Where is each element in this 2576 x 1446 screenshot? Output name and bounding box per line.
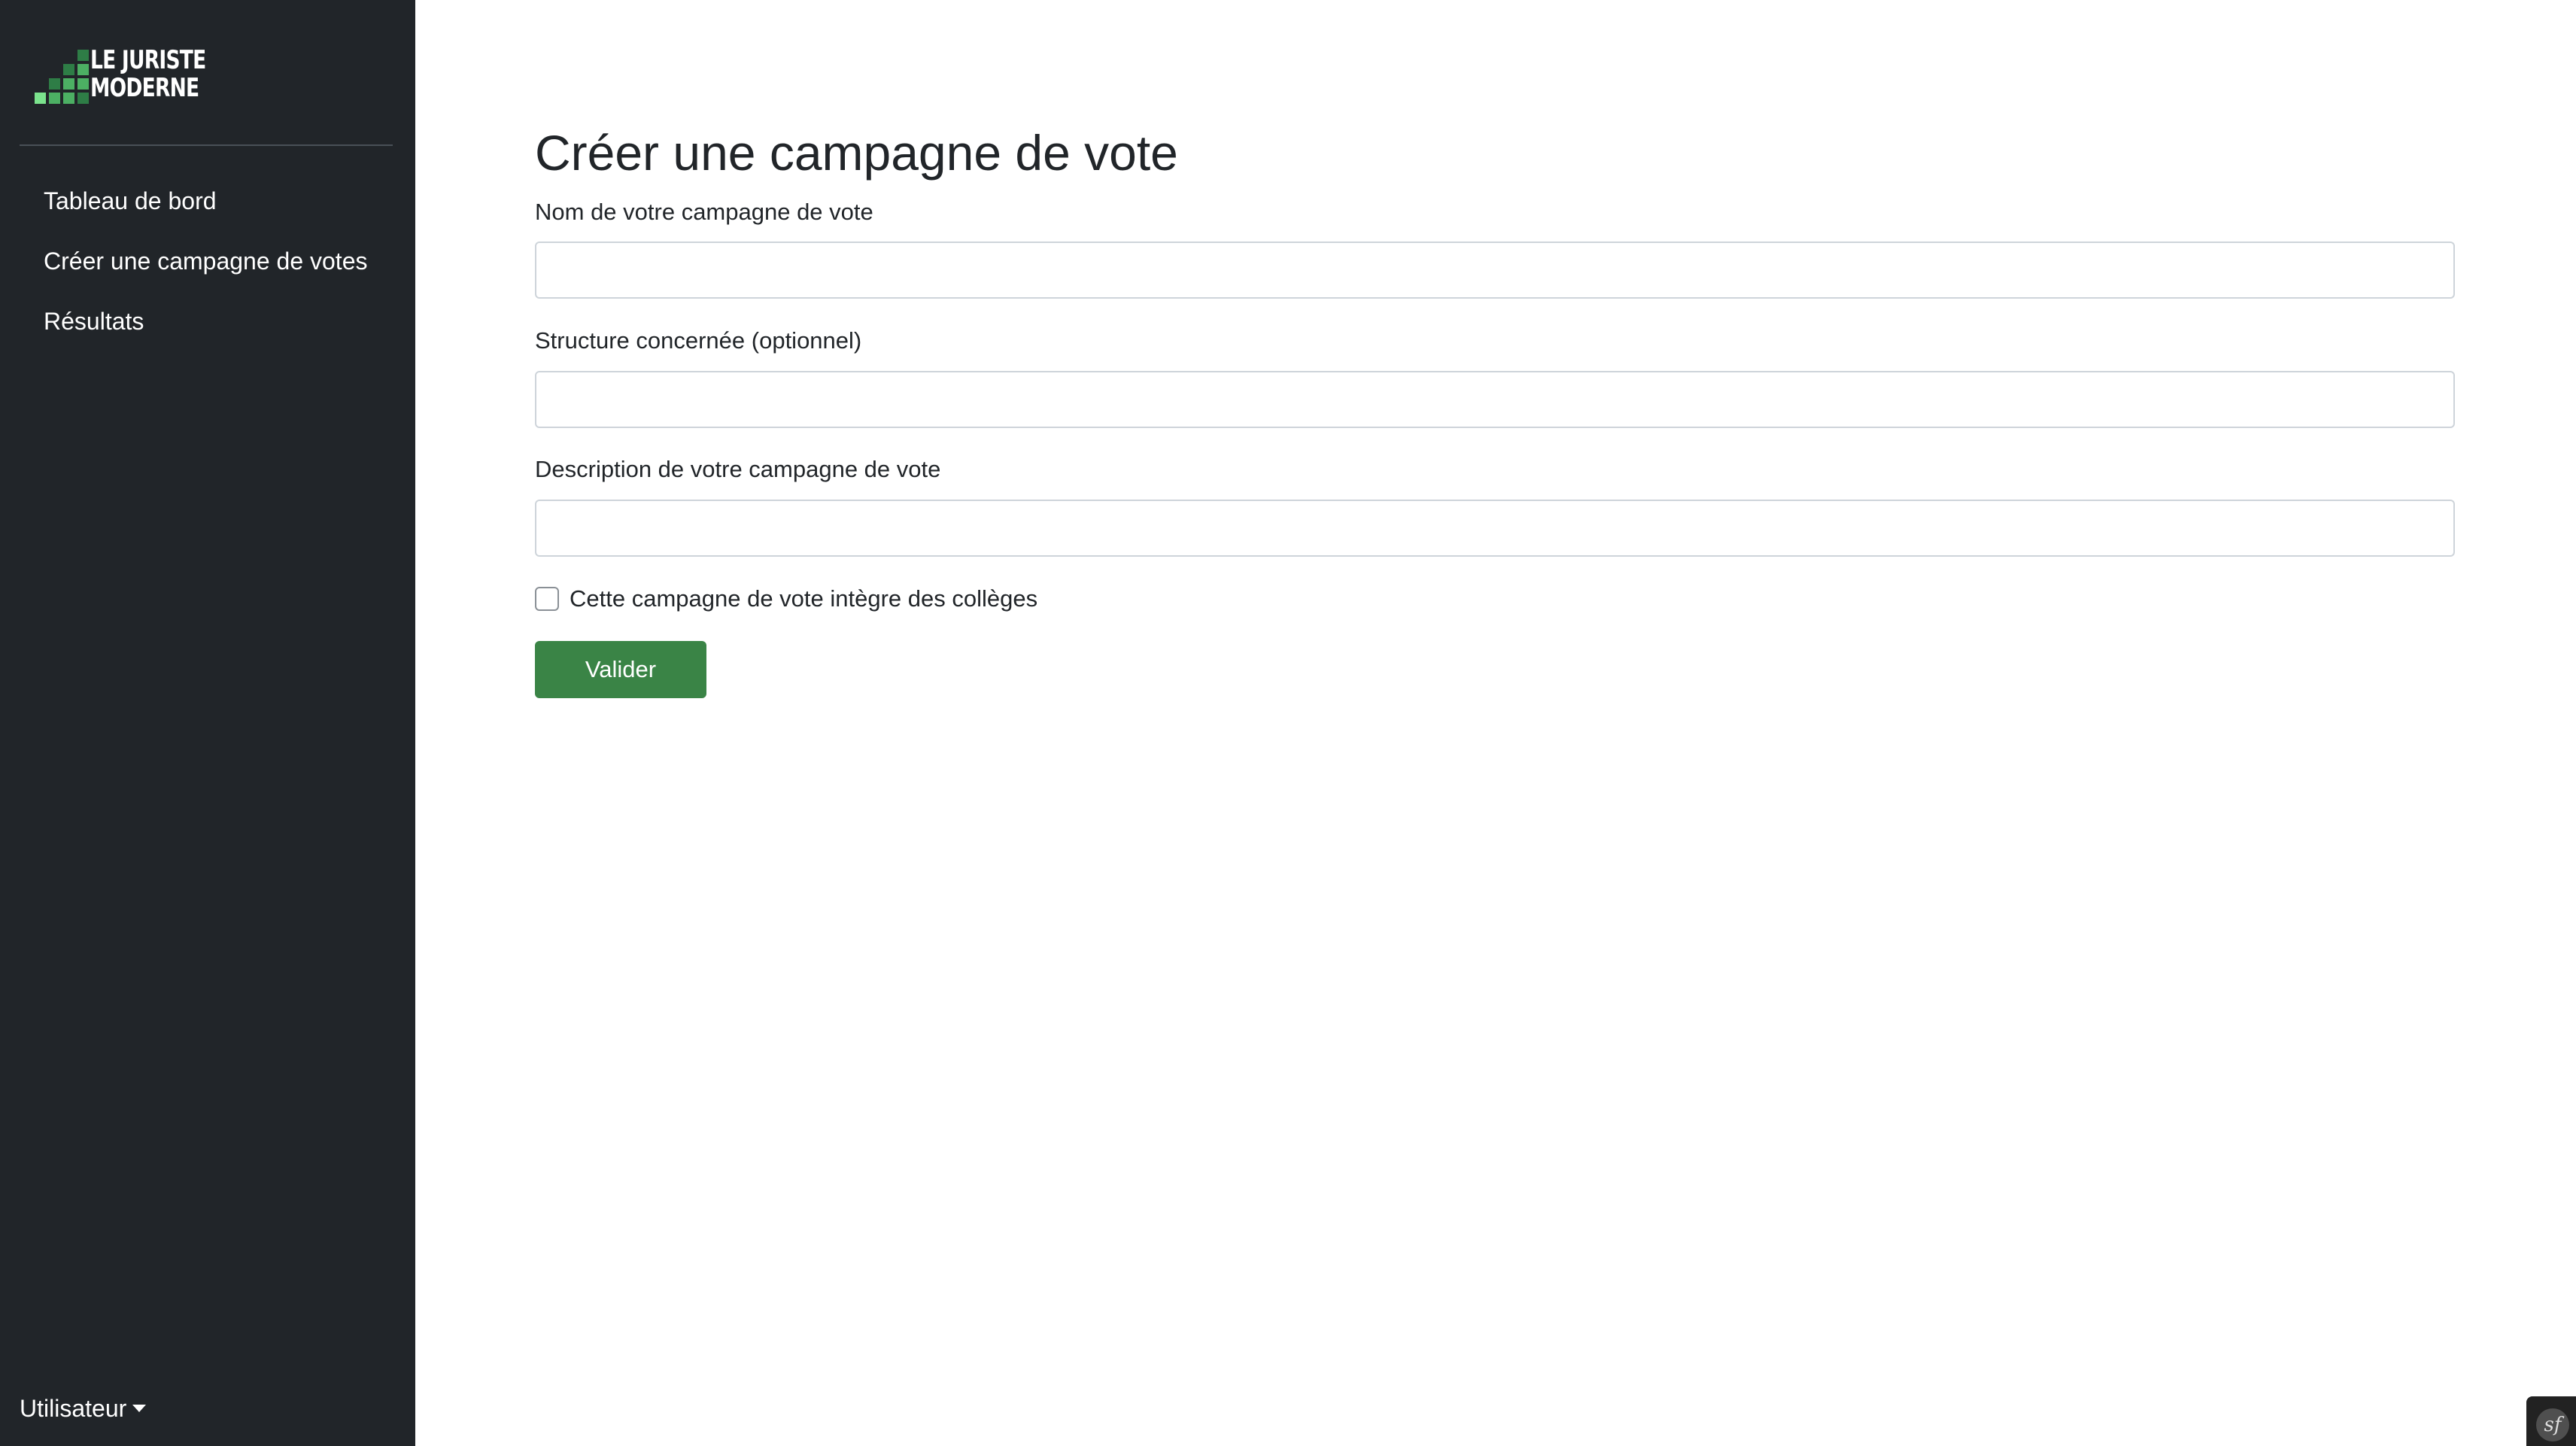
sidebar-nav: Tableau de bord Créer une campagne de vo… — [44, 181, 367, 361]
sidebar: LE JURISTE MODERNE Tableau de bord Créer… — [0, 0, 415, 1446]
sidebar-divider — [20, 144, 393, 146]
caret-down-icon — [132, 1405, 147, 1412]
campaign-name-input[interactable] — [535, 242, 2455, 299]
sidebar-item-create-campaign[interactable]: Créer une campagne de votes — [44, 241, 367, 301]
logo-line-2: MODERNE — [90, 73, 199, 103]
user-menu-dropdown[interactable]: Utilisateur — [20, 1390, 147, 1426]
page-title: Créer une campagne de vote — [535, 125, 1178, 181]
campaign-name-label: Nom de votre campagne de vote — [535, 199, 873, 225]
structure-input[interactable] — [535, 371, 2455, 428]
symfony-icon: sf — [2536, 1408, 2569, 1441]
sidebar-item-results[interactable]: Résultats — [44, 301, 367, 361]
description-input[interactable] — [535, 500, 2455, 557]
description-label: Description de votre campagne de vote — [535, 456, 941, 482]
colleges-checkbox[interactable] — [535, 587, 559, 611]
logo-wordmark: LE JURISTE MODERNE — [90, 45, 206, 103]
main-content: Créer une campagne de vote Nom de votre … — [415, 0, 2576, 1446]
submit-button[interactable]: Valider — [535, 641, 706, 698]
logo-line-1: LE JURISTE — [90, 45, 206, 75]
colleges-checkbox-row: Cette campagne de vote intègre des collè… — [535, 581, 1037, 617]
sidebar-item-dashboard[interactable]: Tableau de bord — [44, 181, 367, 241]
brand-logo[interactable]: LE JURISTE MODERNE — [35, 47, 206, 107]
symfony-debug-toolbar[interactable]: sf — [2526, 1396, 2576, 1446]
user-menu-label: Utilisateur — [20, 1395, 127, 1422]
colleges-checkbox-label[interactable]: Cette campagne de vote intègre des collè… — [570, 581, 1037, 617]
logo-blocks-icon — [35, 50, 89, 104]
structure-label: Structure concernée (optionnel) — [535, 327, 862, 354]
